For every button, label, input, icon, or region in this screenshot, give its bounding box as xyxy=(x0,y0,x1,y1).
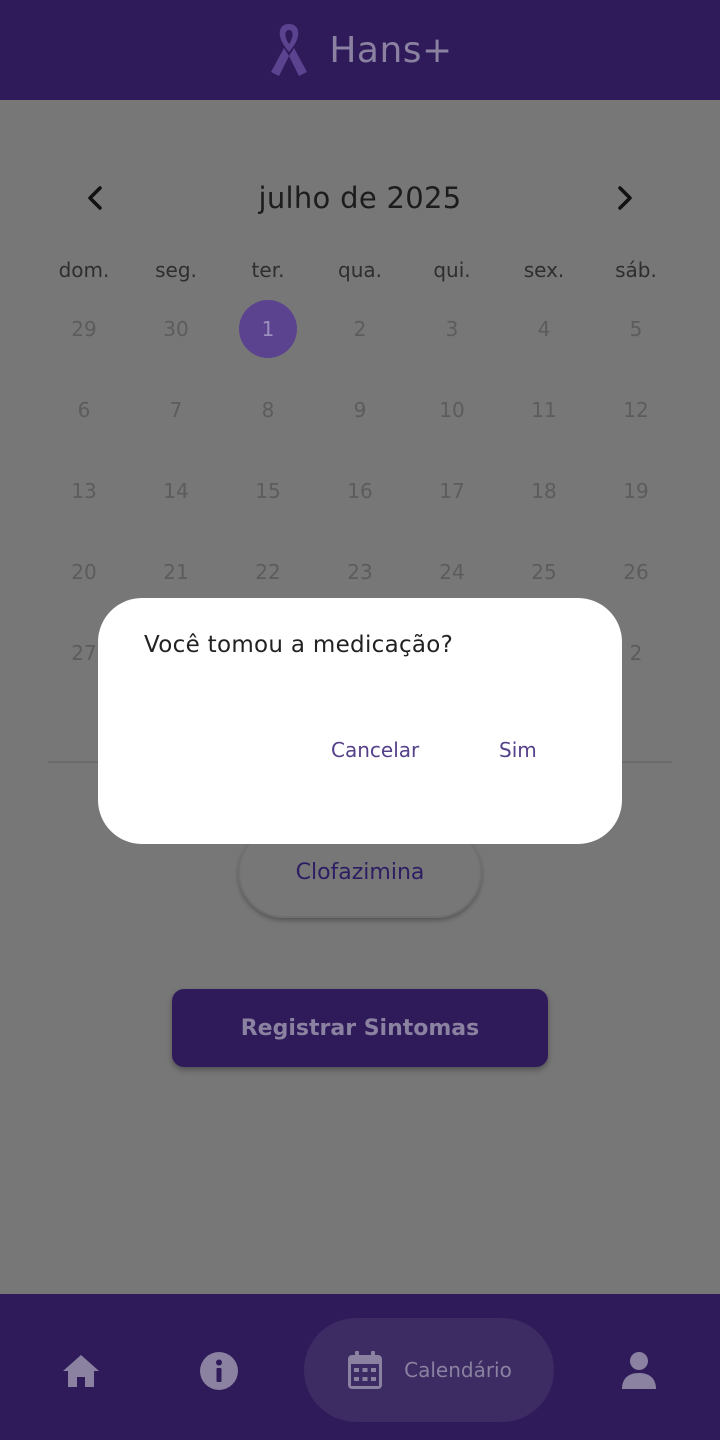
nav-profile[interactable] xyxy=(610,1342,668,1400)
calendar-day-number: 26 xyxy=(623,559,649,584)
calendar-day-number: 2 xyxy=(629,640,643,665)
calendar-day-number: 22 xyxy=(255,559,281,584)
calendar-day[interactable]: 6 xyxy=(38,369,130,450)
calendar-day-number: 4 xyxy=(537,316,551,341)
weekday-label: seg. xyxy=(155,258,197,282)
next-month-button[interactable] xyxy=(588,166,660,230)
calendar-day-number: 29 xyxy=(71,316,97,341)
calendar-day[interactable]: 7 xyxy=(130,369,222,450)
calendar-day[interactable]: 2 xyxy=(314,288,406,369)
calendar-day[interactable]: 4 xyxy=(498,288,590,369)
app-header: Hans+ xyxy=(0,0,720,100)
calendar-day-number: 1 xyxy=(239,299,297,358)
calendar-day-number: 18 xyxy=(531,478,557,503)
calendar-day[interactable]: 26 xyxy=(590,531,682,612)
calendar-day[interactable]: 30 xyxy=(130,288,222,369)
calendar-day-number: 17 xyxy=(439,478,465,503)
calendar-day-number: 3 xyxy=(445,316,459,341)
weekday-label: dom. xyxy=(58,258,110,282)
calendar-day-number: 30 xyxy=(163,316,189,341)
chevron-right-icon xyxy=(618,186,632,210)
calendar-day[interactable]: 5 xyxy=(590,288,682,369)
calendar-day[interactable]: 11 xyxy=(498,369,590,450)
calendar-day[interactable]: 13 xyxy=(38,450,130,531)
calendar-day-number: 2 xyxy=(353,316,367,341)
info-icon xyxy=(200,1352,238,1390)
calendar-day[interactable]: 9 xyxy=(314,369,406,450)
nav-calendar[interactable]: Calendário xyxy=(304,1318,554,1422)
calendar-day-number: 27 xyxy=(71,640,97,665)
weekday-label: qui. xyxy=(433,258,471,282)
nav-info[interactable] xyxy=(190,1342,248,1400)
calendar-day[interactable]: 17 xyxy=(406,450,498,531)
calendar-day-number: 8 xyxy=(261,397,275,422)
calendar-day-number: 12 xyxy=(623,397,649,422)
nav-home[interactable] xyxy=(52,1342,110,1400)
register-symptoms-button[interactable]: Registrar Sintomas xyxy=(172,989,548,1067)
calendar-day[interactable]: 29 xyxy=(38,288,130,369)
calendar-day[interactable]: 20 xyxy=(38,531,130,612)
calendar-day[interactable]: 10 xyxy=(406,369,498,450)
month-label: julho de 2025 xyxy=(258,181,462,215)
calendar-day[interactable]: 12 xyxy=(590,369,682,450)
calendar-day-number: 13 xyxy=(71,478,97,503)
calendar-day-number: 5 xyxy=(629,316,643,341)
calendar-day-number: 20 xyxy=(71,559,97,584)
calendar-day[interactable]: 16 xyxy=(314,450,406,531)
ribbon-icon xyxy=(271,24,308,76)
calendar-day-number: 21 xyxy=(163,559,189,584)
home-icon xyxy=(63,1355,99,1387)
calendar-day[interactable]: 15 xyxy=(222,450,314,531)
calendar-icon xyxy=(348,1351,383,1389)
calendar-day-number: 14 xyxy=(163,478,189,503)
weekday-label: qua. xyxy=(338,258,382,282)
dialog-question: Você tomou a medicação? xyxy=(144,632,454,658)
calendar-day-selected[interactable]: 1 xyxy=(222,288,314,369)
calendar-day-number: 16 xyxy=(347,478,373,503)
weekday-label: ter. xyxy=(251,258,285,282)
chevron-left-icon xyxy=(88,186,102,210)
bottom-navigation: Calendário xyxy=(0,1294,720,1440)
calendar-day-number: 19 xyxy=(623,478,649,503)
calendar-day-number: 6 xyxy=(77,397,91,422)
cancel-button[interactable]: Cancelar xyxy=(331,738,419,772)
calendar-day[interactable]: 19 xyxy=(590,450,682,531)
confirm-medication-dialog: Você tomou a medicação? Cancelar Sim xyxy=(98,598,622,844)
calendar-day-number: 15 xyxy=(255,478,281,503)
calendar-day-number: 25 xyxy=(531,559,557,584)
calendar-day-number: 24 xyxy=(439,559,465,584)
calendar-day[interactable]: 8 xyxy=(222,369,314,450)
calendar-day-number: 10 xyxy=(439,397,465,422)
calendar-day-number: 7 xyxy=(169,397,183,422)
confirm-button[interactable]: Sim xyxy=(499,738,537,772)
calendar-day-number: 23 xyxy=(347,559,373,584)
weekday-label: sáb. xyxy=(615,258,657,282)
weekday-label: sex. xyxy=(523,258,565,282)
previous-month-button[interactable] xyxy=(60,166,132,230)
calendar-day-number: 9 xyxy=(353,397,367,422)
calendar-day[interactable]: 3 xyxy=(406,288,498,369)
brand: Hans+ xyxy=(267,20,452,80)
nav-calendar-label: Calendário xyxy=(404,1358,512,1382)
calendar-day[interactable]: 18 xyxy=(498,450,590,531)
weekday-header: dom. seg. ter. qua. qui. sex. sáb. xyxy=(38,258,682,292)
calendar-day[interactable]: 14 xyxy=(130,450,222,531)
app-title: Hans+ xyxy=(329,29,453,71)
person-icon xyxy=(622,1352,656,1389)
calendar-navigation: julho de 2025 xyxy=(60,166,660,230)
calendar-day-number: 11 xyxy=(531,397,557,422)
